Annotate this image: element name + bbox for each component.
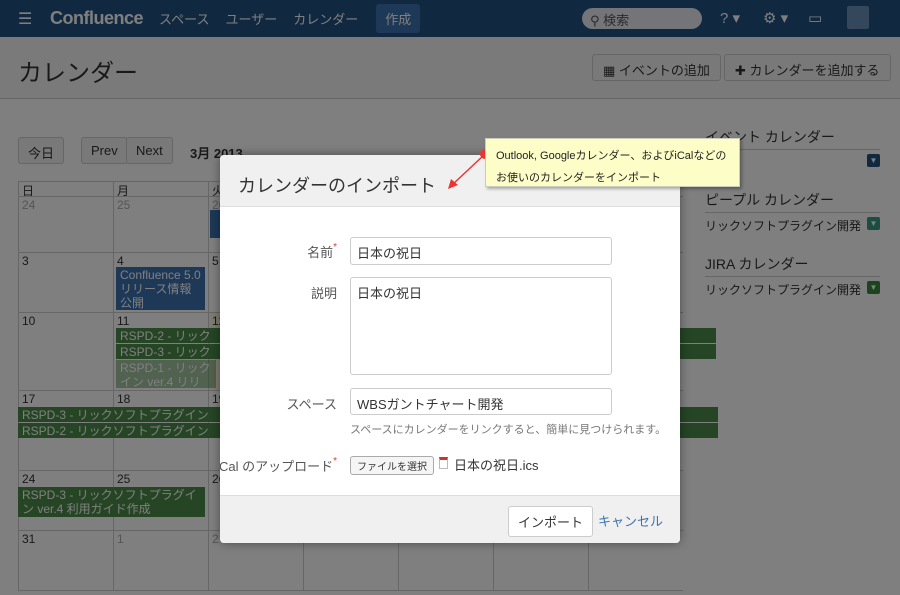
- annotation-arrow: [448, 149, 490, 189]
- annotation-tooltip: Outlook, Googleカレンダー、およびiCalなどの お使いのカレンダ…: [485, 138, 740, 187]
